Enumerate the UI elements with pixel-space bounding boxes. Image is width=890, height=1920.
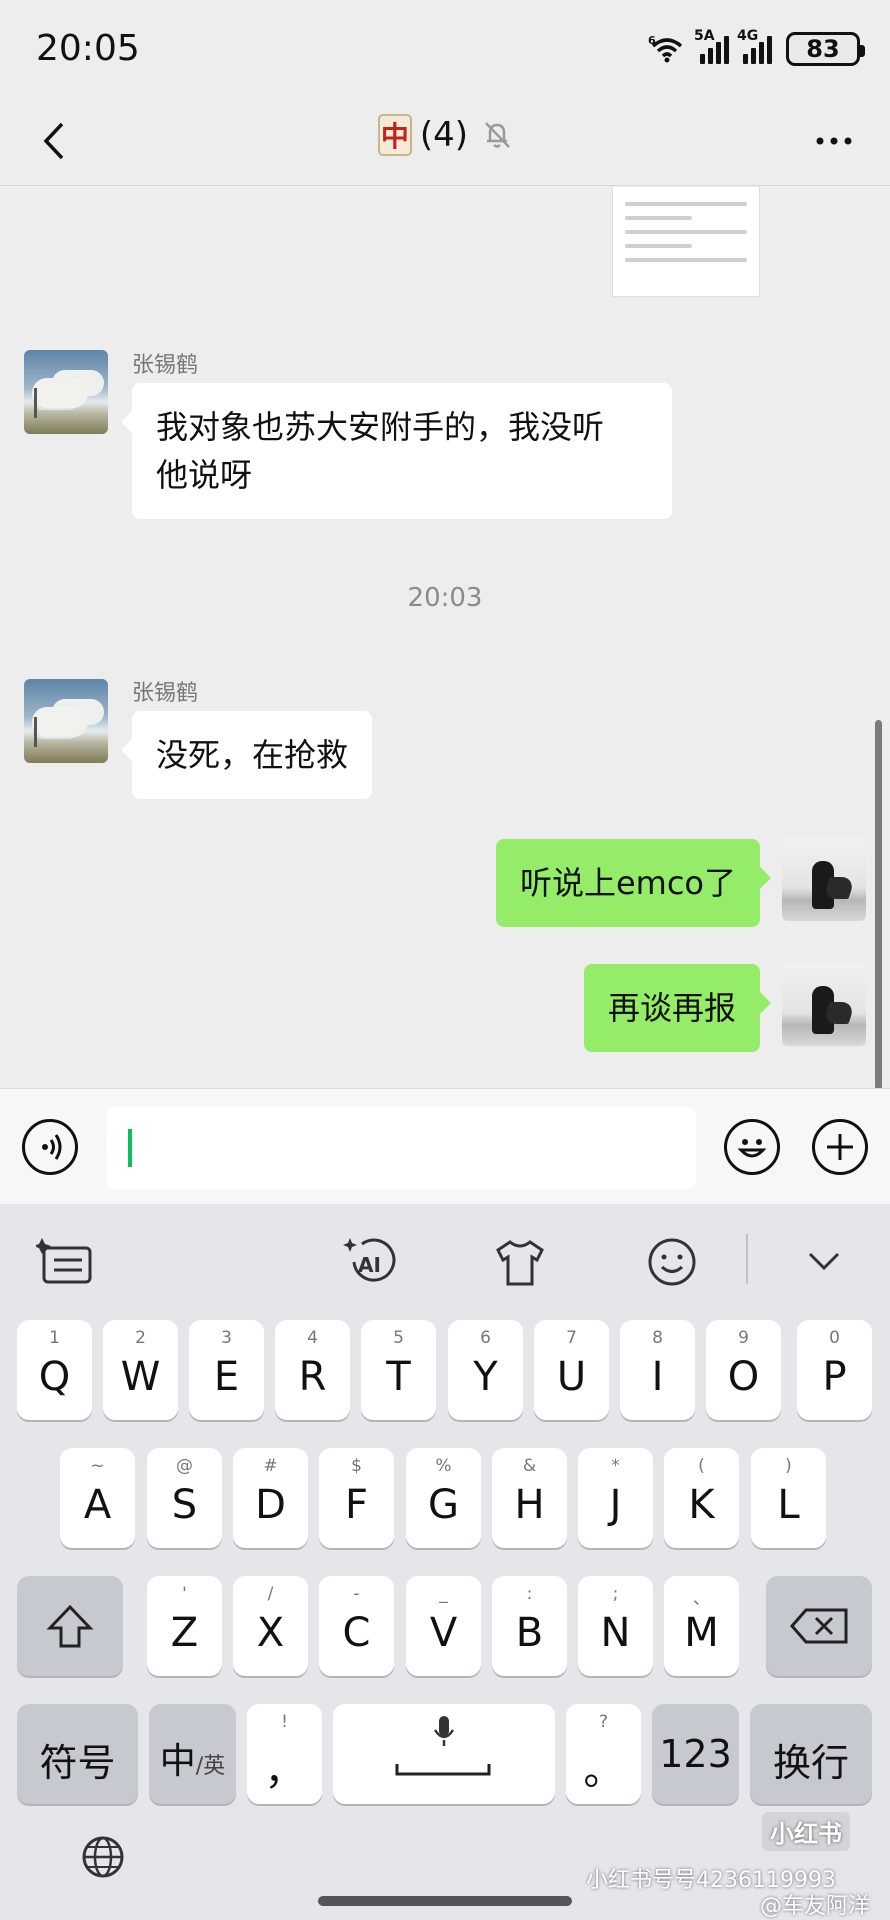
text-caret [128, 1129, 132, 1167]
shift-key[interactable] [17, 1576, 123, 1676]
lang-sub-label: /英 [195, 1754, 226, 1779]
key-n[interactable]: ; N [578, 1576, 653, 1676]
key-a[interactable]: ~ A [60, 1448, 135, 1548]
key-y[interactable]: 6Y [448, 1320, 523, 1420]
add-button[interactable] [812, 1119, 868, 1175]
svg-text:AI: AI [358, 1253, 381, 1277]
message-text: 没死，在抢救 [156, 736, 349, 774]
status-icons: 6 5A 4G 83 [648, 28, 865, 66]
mahjong-tile-icon: 中 [377, 114, 412, 156]
key-s[interactable]: @ S [147, 1448, 222, 1548]
chat-title: 中 (4) [0, 114, 890, 156]
ai-assistant-icon[interactable]: AI [340, 1234, 400, 1290]
signal-icon: 5A [694, 28, 729, 64]
key-j[interactable]: * J [578, 1448, 653, 1548]
voice-input-button[interactable] [22, 1119, 78, 1175]
scrollbar[interactable] [875, 720, 882, 1090]
timestamp: 20:03 [407, 583, 483, 613]
avatar[interactable] [24, 350, 108, 434]
wifi-label: 6 [648, 34, 656, 47]
status-bar: 20:05 6 5A 4G 83 [0, 0, 890, 100]
period-key[interactable]: ?。 [566, 1704, 641, 1804]
signal-icon-2: 4G [737, 28, 772, 64]
my-avatar[interactable] [782, 962, 866, 1046]
backspace-icon [790, 1608, 848, 1644]
muted-bell-icon [485, 122, 510, 148]
lang-label: 中 [159, 1741, 196, 1782]
key-f[interactable]: $ F [319, 1448, 394, 1548]
message-text-line: 他说呀 [156, 456, 253, 494]
emoji-icon[interactable] [642, 1234, 702, 1290]
key-c[interactable]: -C [319, 1576, 394, 1676]
message-bubble-outgoing[interactable]: 再谈再报 [583, 964, 772, 1052]
key-k[interactable]: (K [664, 1448, 739, 1548]
backspace-key[interactable] [766, 1576, 872, 1676]
key-i[interactable]: 8I [620, 1320, 695, 1420]
key-g[interactable]: % G [406, 1448, 481, 1548]
member-count: (4) [419, 115, 469, 155]
microphone-icon [433, 1716, 455, 1746]
message-bubble[interactable]: 没死，在抢救 [120, 711, 373, 799]
wifi-icon: 6 [648, 34, 683, 63]
sender-name: 张锡鹤 [132, 681, 199, 706]
collapse-keyboard-icon[interactable] [794, 1234, 854, 1290]
shift-icon [46, 1604, 94, 1648]
signal2-label: 4G [737, 28, 759, 44]
shared-image-thumbnail[interactable] [612, 187, 760, 297]
signal1-label: 5A [694, 28, 715, 44]
key-o[interactable]: 9O [706, 1320, 781, 1420]
input-bar [0, 1088, 890, 1204]
key-t[interactable]: 5T [361, 1320, 436, 1420]
comma-key[interactable]: !， [247, 1704, 322, 1804]
my-avatar[interactable] [782, 837, 866, 921]
key-d[interactable]: # D [233, 1448, 308, 1548]
more-options-icon[interactable] [812, 126, 856, 156]
enter-key[interactable]: 换行 [750, 1704, 872, 1804]
chat-header: 中 (4) [0, 100, 890, 186]
battery-icon: 83 [786, 32, 865, 66]
key-e[interactable]: 3E [189, 1320, 264, 1420]
key-r[interactable]: 4R [275, 1320, 350, 1420]
smiley-icon [737, 1139, 767, 1158]
key-h[interactable]: & H [492, 1448, 567, 1548]
key-q[interactable]: 1Q [17, 1320, 92, 1420]
message-text-line: 我对象也苏大安附手的，我没听 [156, 408, 605, 446]
keyboard: AI 1Q 2W 3E 4R 5T 6Y 7U 8I 9O 0P ~ A @ S #… [0, 1204, 890, 1920]
message-bubble[interactable]: 我对象也苏大安附手的，我没听 他说呀 [121, 383, 672, 519]
symbols-key[interactable]: 符号 [17, 1704, 138, 1804]
message-text: 听说上emco了 [519, 864, 736, 902]
sender-name: 张锡鹤 [132, 353, 199, 378]
chat-area[interactable]: 张锡鹤 我对象也苏大安附手的，我没听 他说呀 20:03 张锡鹤 没死，在抢救 … [0, 187, 890, 1087]
emoji-button[interactable] [724, 1119, 780, 1175]
message-text: 再谈再报 [607, 989, 736, 1027]
avatar[interactable] [24, 679, 108, 763]
numbers-key[interactable]: 123 [652, 1704, 739, 1804]
space-bar-icon [395, 1764, 491, 1776]
plus-icon [827, 1134, 853, 1160]
key-v[interactable]: _ V [406, 1576, 481, 1676]
space-key[interactable] [333, 1704, 555, 1804]
voice-icon [42, 1134, 62, 1160]
key-p[interactable]: 0P [797, 1320, 872, 1420]
keyboard-toolbar: AI [0, 1204, 890, 1320]
key-l[interactable]: ) L [751, 1448, 826, 1548]
watermark-line2: @车友阿洋 [760, 1894, 871, 1919]
key-u[interactable]: 7U [534, 1320, 609, 1420]
toolbar-divider [746, 1234, 748, 1284]
status-time: 20:05 [36, 28, 140, 69]
globe-icon[interactable] [80, 1834, 126, 1880]
key-b[interactable]: :B [492, 1576, 567, 1676]
key-x[interactable]: / X [233, 1576, 308, 1676]
text-edit-icon[interactable] [36, 1234, 96, 1290]
key-z[interactable]: ' Z [147, 1576, 222, 1676]
language-switch-key[interactable]: 中/英 [149, 1704, 236, 1804]
key-w[interactable]: 2W [103, 1320, 178, 1420]
message-bubble-outgoing[interactable]: 听说上emco了 [495, 839, 772, 927]
home-indicator[interactable] [318, 1896, 572, 1906]
watermark-badge: 小红书 [762, 1812, 850, 1851]
theme-shirt-icon[interactable] [490, 1234, 550, 1290]
message-input[interactable] [106, 1107, 696, 1189]
key-m[interactable]: 、 M [664, 1576, 739, 1676]
